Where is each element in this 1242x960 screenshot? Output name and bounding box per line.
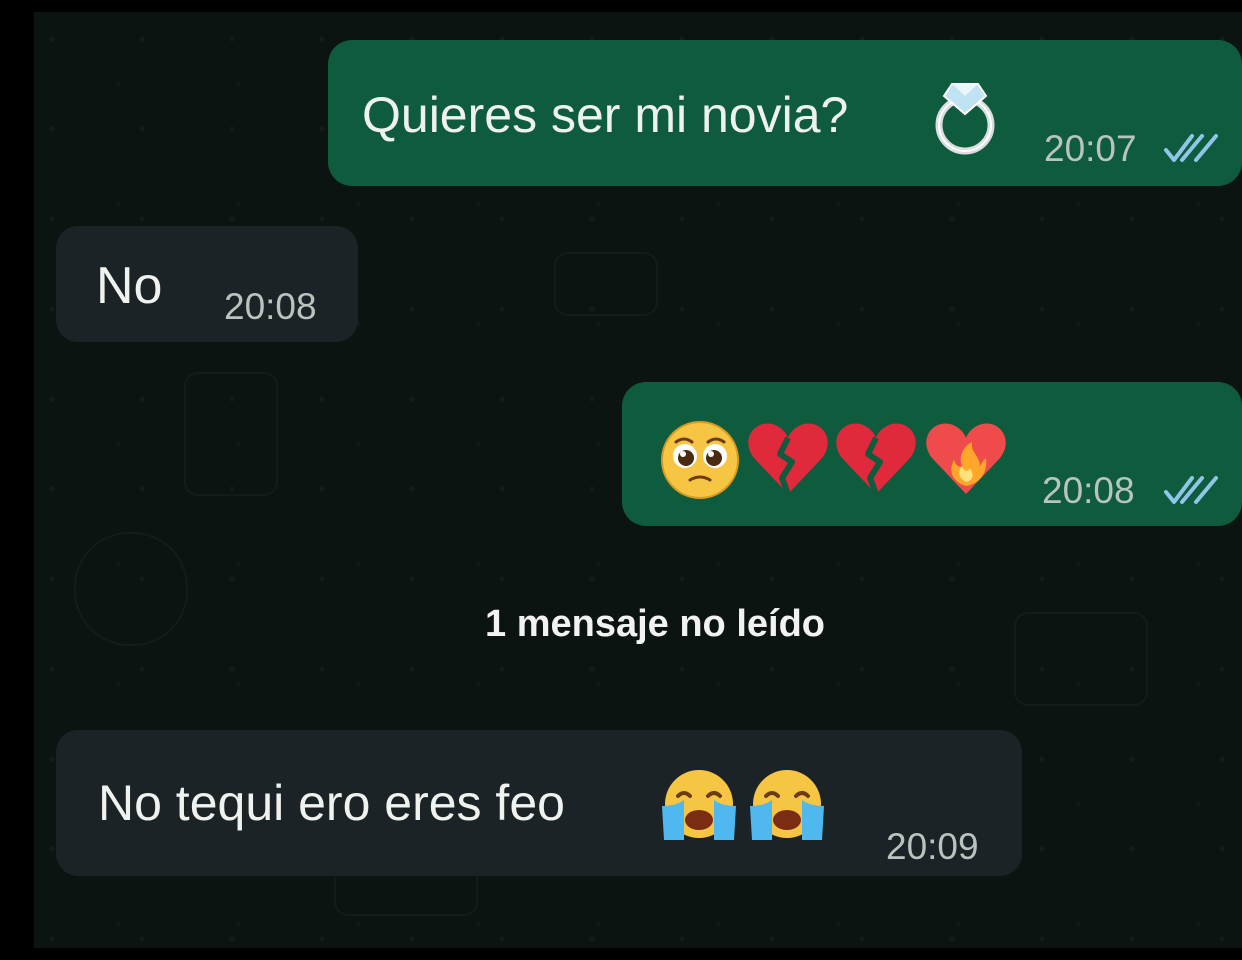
- pleading-face-emoji-icon: [658, 418, 742, 507]
- wallpaper-doodle: [1014, 612, 1148, 706]
- ring-emoji-icon: [930, 70, 1000, 161]
- unread-messages-divider: 1 mensaje no leído: [485, 602, 825, 645]
- loudly-crying-face-emoji-icon: [656, 766, 742, 851]
- broken-heart-emoji-icon: [834, 418, 918, 503]
- read-receipt-icon: [1162, 474, 1218, 508]
- message-time: 20:08: [224, 286, 317, 327]
- wallpaper-doodle: [554, 252, 658, 316]
- message-bubble-outgoing[interactable]: 20:08: [622, 382, 1242, 526]
- loudly-crying-face-emoji-icon: [744, 766, 830, 851]
- heart-on-fire-emoji-icon: [924, 416, 1008, 503]
- message-text: No: [96, 257, 163, 315]
- message-time: 20:07: [1044, 128, 1137, 169]
- message-time: 20:09: [886, 826, 979, 867]
- message-text: No tequi ero eres feo: [98, 775, 565, 831]
- message-time: 20:08: [1042, 470, 1135, 511]
- broken-heart-emoji-icon: [746, 418, 830, 503]
- message-bubble-outgoing[interactable]: Quieres ser mi novia? 20:07: [328, 40, 1242, 186]
- message-bubble-incoming[interactable]: No tequi ero eres feo 20:09: [56, 730, 1022, 876]
- message-text: Quieres ser mi novia?: [362, 87, 849, 143]
- message-bubble-incoming[interactable]: No 20:08: [56, 226, 358, 342]
- wallpaper-doodle: [184, 372, 278, 496]
- wallpaper-doodle: [74, 532, 188, 646]
- chat-screen: Quieres ser mi novia? 20:07 No 20:08 20:…: [0, 0, 1242, 960]
- read-receipt-icon: [1162, 132, 1218, 166]
